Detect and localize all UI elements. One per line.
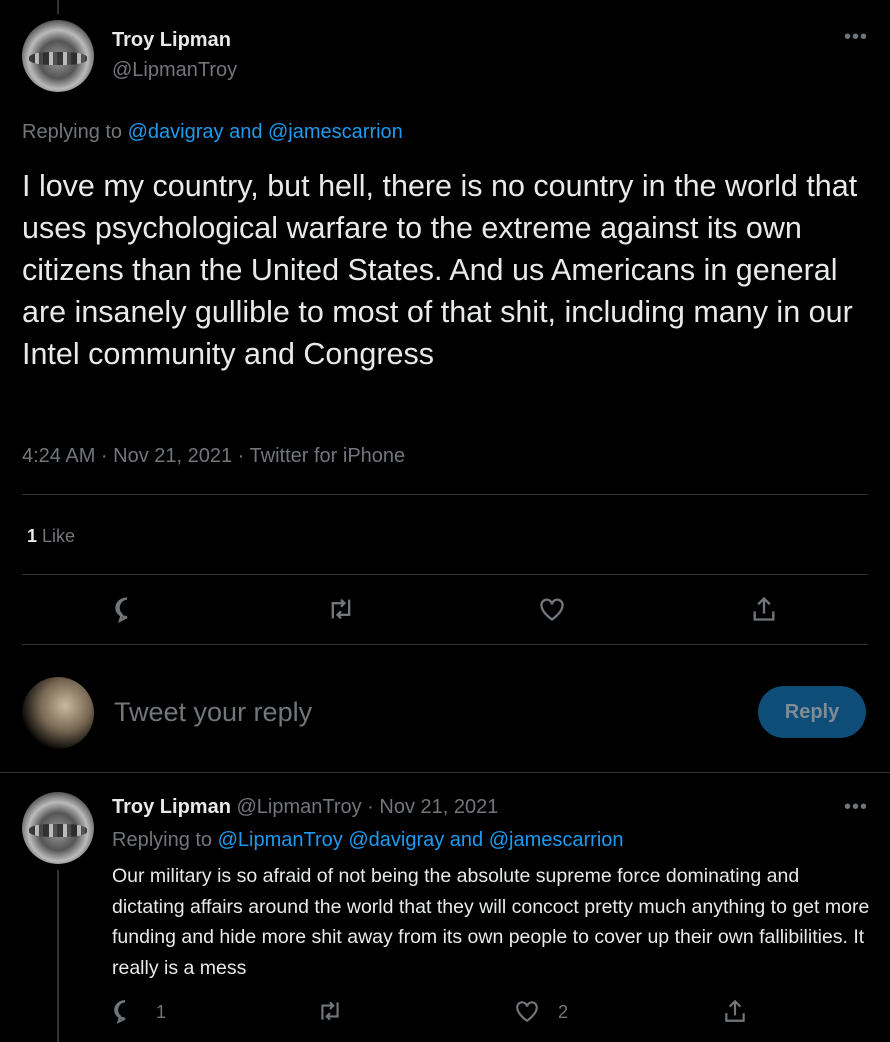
reply-share-icon[interactable] [722, 998, 748, 1024]
divider [22, 574, 868, 575]
reply-replying-to: Replying to @LipmanTroy @davigray and @j… [112, 829, 624, 851]
tweet-text: I love my country, but hell, there is no… [22, 169, 858, 371]
reply-text: Our military is so afraid of not being t… [112, 865, 870, 979]
tweet-meta[interactable]: 4:24 AM · Nov 21, 2021 · Twitter for iPh… [22, 445, 405, 468]
reply-avatar[interactable] [22, 792, 94, 864]
reply-count: 1 [156, 1002, 167, 1022]
reply-input[interactable]: Tweet your reply [114, 697, 312, 728]
more-icon[interactable]: ••• [844, 26, 868, 49]
replying-to: Replying to @davigray and @jamescarrion [22, 121, 403, 143]
reply-button[interactable]: Reply [758, 686, 866, 738]
divider [0, 772, 890, 773]
reply-author-name[interactable]: Troy Lipman [112, 796, 231, 818]
reply-like-icon[interactable] [514, 998, 540, 1024]
author-handle[interactable]: @LipmanTroy [112, 59, 237, 82]
divider [22, 494, 868, 495]
replying-to-link[interactable]: @davigray and @jamescarrion [128, 121, 403, 143]
reply-retweet-icon[interactable] [317, 998, 343, 1024]
reply-handle-date[interactable]: @LipmanTroy · Nov 21, 2021 [236, 796, 498, 818]
divider [22, 644, 868, 645]
reply-header: Troy Lipman @LipmanTroy · Nov 21, 2021 [112, 796, 498, 819]
avatar[interactable] [22, 20, 94, 92]
retweet-icon[interactable] [327, 595, 355, 623]
share-icon[interactable] [750, 595, 778, 623]
thread-line-top [57, 0, 59, 14]
reply-replying-to-link[interactable]: @LipmanTroy @davigray and @jamescarrion [218, 829, 624, 851]
my-avatar[interactable] [22, 677, 94, 749]
likes-stat[interactable]: 1 Like [27, 526, 75, 547]
reply-reply-icon[interactable] [112, 998, 138, 1024]
reply-icon[interactable] [113, 595, 141, 623]
thread-line [57, 870, 59, 1042]
reply-more-icon[interactable]: ••• [844, 796, 868, 819]
like-count: 2 [558, 1002, 569, 1022]
like-icon[interactable] [538, 595, 566, 623]
author-name[interactable]: Troy Lipman [112, 29, 231, 52]
